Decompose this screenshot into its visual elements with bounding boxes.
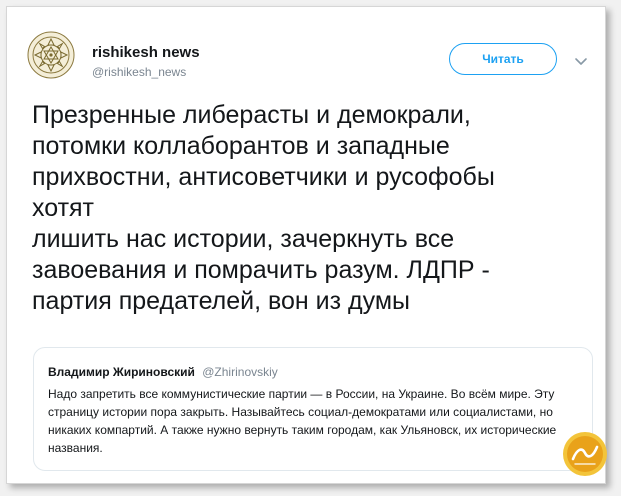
quoted-tweet-text: Надо запретить все коммунистические парт… [48, 387, 557, 455]
avatar[interactable] [27, 31, 75, 79]
yantra-emblem-icon [27, 31, 75, 79]
author-name[interactable]: rishikesh news [92, 44, 200, 61]
follow-button[interactable]: Читать [449, 43, 557, 75]
tweet-card: rishikesh news @rishikesh_news Читать Пр… [6, 6, 606, 484]
author-handle[interactable]: @rishikesh_news [92, 65, 186, 79]
quoted-author-handle: @Zhirinovskiy [202, 365, 278, 379]
quoted-author-name: Владимир Жириновский [48, 365, 195, 379]
tweet-text: Презренные либерасты и демокрали, потомк… [32, 101, 495, 315]
quoted-tweet[interactable]: Владимир Жириновский @Zhirinovskiy Надо … [33, 347, 593, 471]
site-logo-icon [563, 432, 607, 476]
quoted-tweet-header: Владимир Жириновский @Zhirinovskiy [48, 365, 278, 379]
chevron-down-icon[interactable] [573, 53, 589, 69]
